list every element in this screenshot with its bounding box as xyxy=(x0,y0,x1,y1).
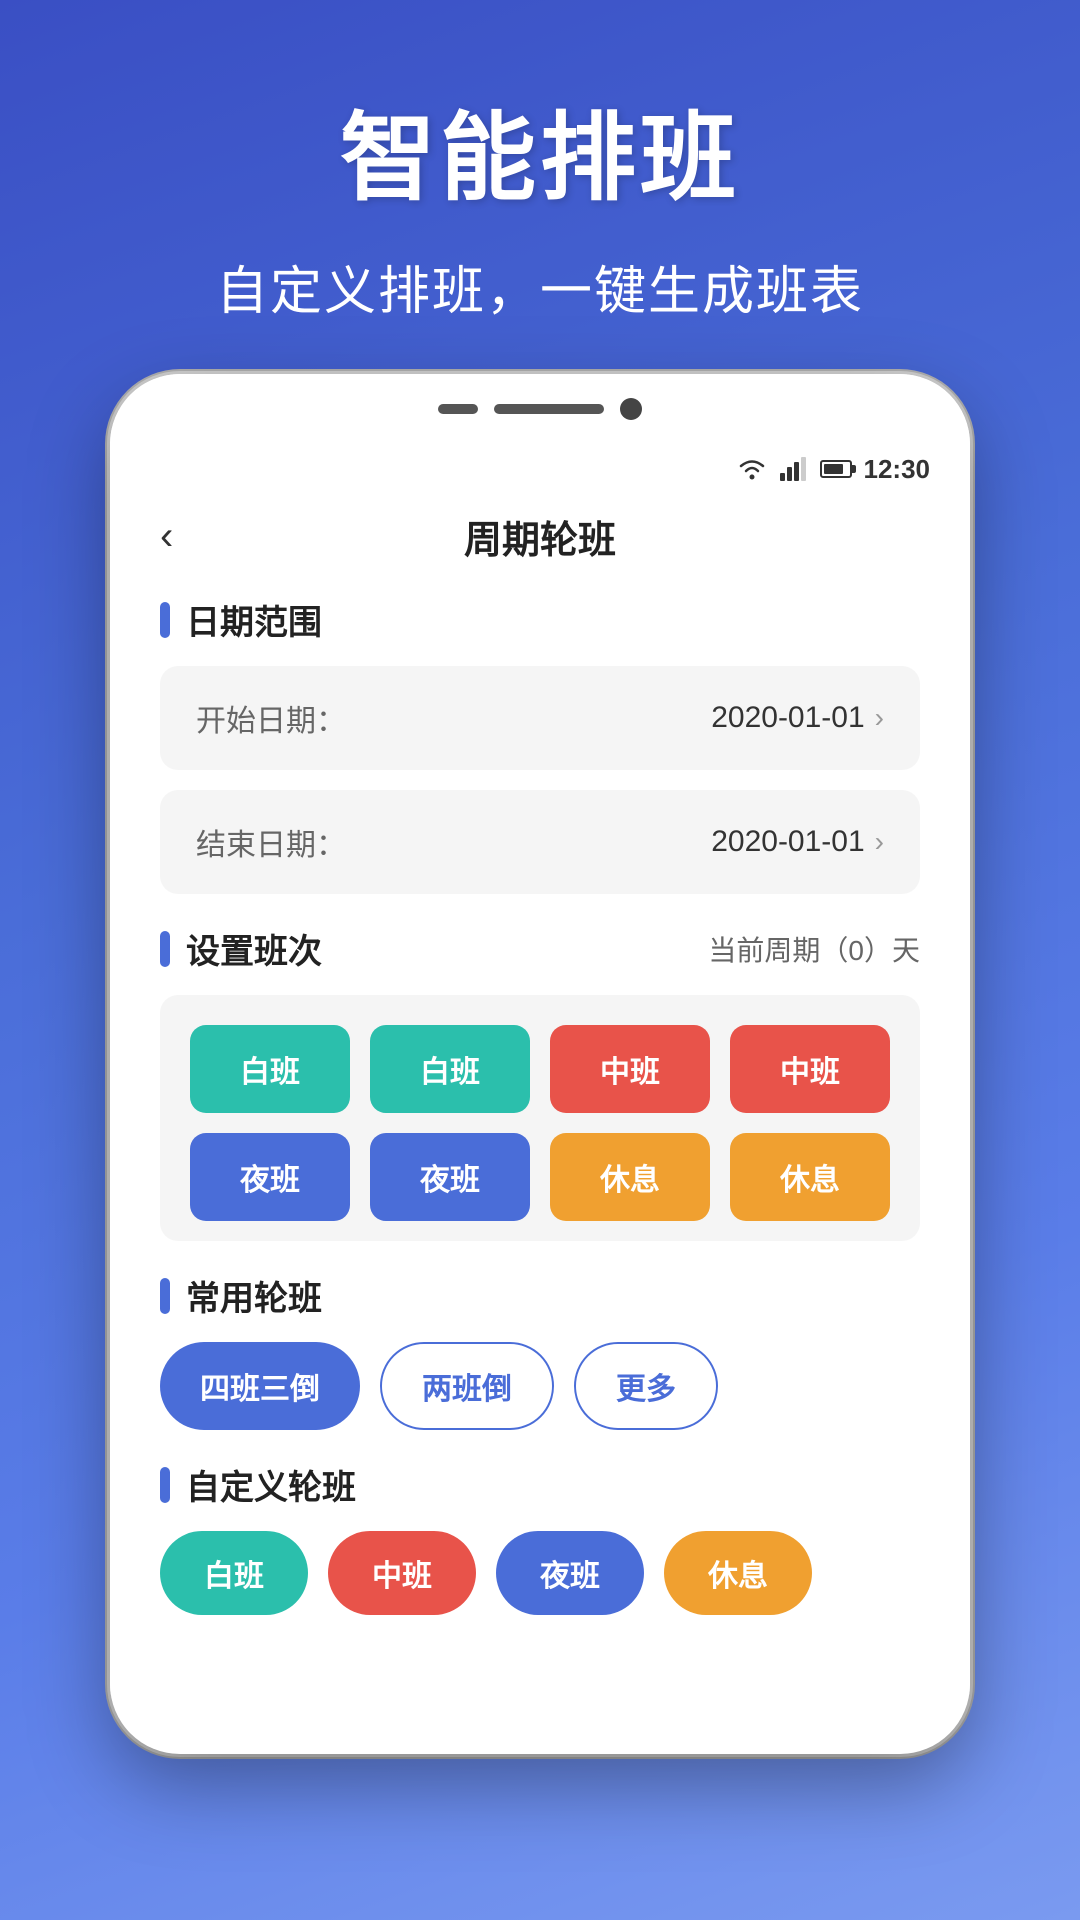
custom-btn-1[interactable]: 中班 xyxy=(328,1531,476,1615)
date-range-header: 日期范围 xyxy=(160,595,920,644)
start-date-label: 开始日期： xyxy=(196,696,346,740)
custom-rotation-buttons: 白班中班夜班休息 xyxy=(160,1531,920,1615)
shift-btn-4[interactable]: 夜班 xyxy=(190,1133,350,1221)
start-date-field[interactable]: 开始日期： 2020-01-01 › xyxy=(160,666,920,770)
shift-setting-header: 设置班次 当前周期（0）天 xyxy=(160,924,920,973)
common-btn-2[interactable]: 更多 xyxy=(574,1342,718,1430)
section-dot-common xyxy=(160,1278,170,1314)
shift-btn-3[interactable]: 中班 xyxy=(730,1025,890,1113)
end-date-field[interactable]: 结束日期： 2020-01-01 › xyxy=(160,790,920,894)
hero-section: 智能排班 自定义排班，一键生成班表 xyxy=(0,0,1080,374)
date-range-title: 日期范围 xyxy=(186,595,920,644)
start-date-value: 2020-01-01 xyxy=(711,701,864,735)
section-dot-date xyxy=(160,602,170,638)
notch-speaker-large xyxy=(494,404,604,414)
section-dot-shift xyxy=(160,931,170,967)
shift-grid: 白班白班中班中班夜班夜班休息休息 xyxy=(190,1025,890,1221)
custom-btn-0[interactable]: 白班 xyxy=(160,1531,308,1615)
custom-btn-2[interactable]: 夜班 xyxy=(496,1531,644,1615)
shift-btn-1[interactable]: 白班 xyxy=(370,1025,530,1113)
custom-rotation-section: 自定义轮班 白班中班夜班休息 xyxy=(160,1460,920,1615)
end-date-label: 结束日期： xyxy=(196,820,346,864)
shift-btn-0[interactable]: 白班 xyxy=(190,1025,350,1113)
wifi-icon xyxy=(736,457,768,481)
phone-notch-bar xyxy=(110,374,970,444)
end-date-chevron: › xyxy=(875,826,884,858)
common-rotation-header: 常用轮班 xyxy=(160,1271,920,1320)
common-rotation-section: 常用轮班 四班三倒两班倒更多 xyxy=(160,1271,920,1430)
custom-rotation-header: 自定义轮班 xyxy=(160,1460,920,1509)
shift-btn-5[interactable]: 夜班 xyxy=(370,1133,530,1221)
shift-container: 白班白班中班中班夜班夜班休息休息 xyxy=(160,995,920,1241)
common-btn-0[interactable]: 四班三倒 xyxy=(160,1342,360,1430)
shift-btn-7[interactable]: 休息 xyxy=(730,1133,890,1221)
start-date-chevron: › xyxy=(875,702,884,734)
hero-title: 智能排班 xyxy=(40,80,1040,219)
back-button[interactable]: ‹ xyxy=(160,514,220,559)
start-date-value-wrap: 2020-01-01 › xyxy=(711,701,884,735)
signal-icon xyxy=(780,457,808,481)
page-title: 周期轮班 xyxy=(464,509,616,564)
battery-icon xyxy=(820,460,852,478)
shift-setting-extra: 当前周期（0）天 xyxy=(708,929,920,969)
status-bar: 12:30 xyxy=(110,444,970,494)
app-content: ‹ 周期轮班 日期范围 开始日期： 2020-01-01 › 结束日期： 202… xyxy=(110,494,970,1695)
section-dot-custom xyxy=(160,1467,170,1503)
end-date-value: 2020-01-01 xyxy=(711,825,864,859)
custom-btn-3[interactable]: 休息 xyxy=(664,1531,812,1615)
common-btn-1[interactable]: 两班倒 xyxy=(380,1342,554,1430)
custom-rotation-title: 自定义轮班 xyxy=(186,1460,920,1509)
notch-camera xyxy=(620,398,642,420)
shift-btn-6[interactable]: 休息 xyxy=(550,1133,710,1221)
shift-btn-2[interactable]: 中班 xyxy=(550,1025,710,1113)
end-date-value-wrap: 2020-01-01 › xyxy=(711,825,884,859)
shift-setting-title: 设置班次 xyxy=(186,924,708,973)
common-rotation-buttons: 四班三倒两班倒更多 xyxy=(160,1342,920,1430)
phone-notch xyxy=(438,398,642,420)
phone-frame: 12:30 ‹ 周期轮班 日期范围 开始日期： 2020-01-01 › xyxy=(110,374,970,1754)
hero-subtitle: 自定义排班，一键生成班表 xyxy=(40,249,1040,324)
phone-wrapper: 12:30 ‹ 周期轮班 日期范围 开始日期： 2020-01-01 › xyxy=(0,374,1080,1754)
common-rotation-title: 常用轮班 xyxy=(186,1271,920,1320)
nav-bar: ‹ 周期轮班 xyxy=(160,514,920,559)
notch-speaker-small xyxy=(438,404,478,414)
status-time: 12:30 xyxy=(864,454,931,485)
